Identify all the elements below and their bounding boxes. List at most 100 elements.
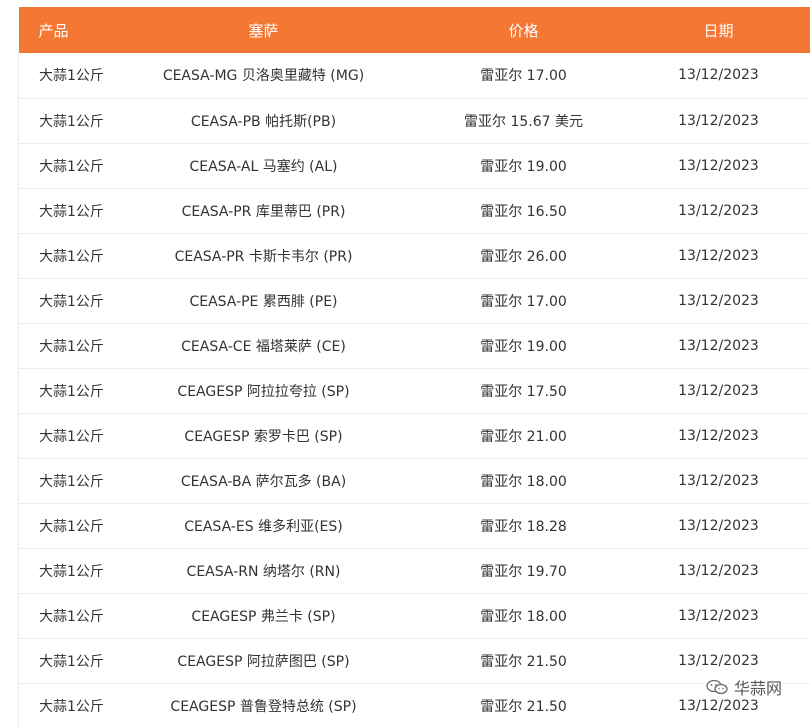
cell-date: 13/12/2023 xyxy=(678,427,759,444)
cell-price: 雷亚尔 19.70 xyxy=(480,563,567,580)
table-row: 大蒜1公斤 CEASA-ES 维多利亚(ES) 雷亚尔 18.28 13/12/202… xyxy=(18,503,810,548)
cell-price: 雷亚尔 19.00 xyxy=(480,158,567,175)
cell-spacer xyxy=(799,683,810,727)
cell-price: 雷亚尔 17.00 xyxy=(480,293,567,310)
cell-price: 雷亚尔 21.00 xyxy=(480,428,567,445)
cell-date: 13/12/2023 xyxy=(678,67,759,84)
watermark-text: 华蒜网 xyxy=(733,679,782,698)
cell-spacer xyxy=(799,458,810,503)
table-body: 大蒜1公斤 CEASA-MG 贝洛奥里藏特 (MG) 雷亚尔 17.00 13/12/… xyxy=(18,53,810,727)
table-row: 大蒜1公斤 CEASA-AL 马塞约 (AL) 雷亚尔 19.00 13/12/202… xyxy=(18,143,810,188)
cell-price: 雷亚尔 21.50 xyxy=(480,653,567,670)
cell-date: 13/12/2023 xyxy=(678,292,759,309)
cell-product: 大蒜1公斤 xyxy=(18,683,119,727)
cell-spacer xyxy=(799,53,810,98)
cell-date: 13/12/2023 xyxy=(678,337,759,354)
table-header: 产品 塞萨 价格 日期 xyxy=(18,7,810,53)
cell-date: 13/12/2023 xyxy=(678,157,759,174)
cell-spacer xyxy=(799,143,810,188)
table-row: 大蒜1公斤 CEASA-BA 萨尔瓦多 (BA) 雷亚尔 18.00 13/12/20… xyxy=(18,458,810,503)
cell-product: 大蒜1公斤 xyxy=(18,98,119,143)
watermark: 华蒜网 xyxy=(703,675,784,699)
cell-ceasa: CEASA-ES 维多利亚(ES) xyxy=(184,518,343,535)
cell-product: 大蒜1公斤 xyxy=(18,323,119,368)
cell-spacer xyxy=(799,98,810,143)
table-row: 大蒜1公斤 CEASA-PE 累西腓 (PE) 雷亚尔 17.00 13/12/202… xyxy=(18,278,810,323)
cell-ceasa: CEAGESP 阿拉拉夸拉 (SP) xyxy=(177,383,350,400)
cell-price: 雷亚尔 19.00 xyxy=(480,338,567,355)
cell-product: 大蒜1公斤 xyxy=(18,143,119,188)
cell-date: 13/12/2023 xyxy=(678,382,759,399)
cell-product: 大蒜1公斤 xyxy=(18,638,119,683)
cell-product: 大蒜1公斤 xyxy=(18,53,119,98)
page: 产品 塞萨 价格 日期 大蒜1公斤 CEASA-MG 贝洛奥里藏特 (MG) 雷亚尔… xyxy=(0,0,810,727)
price-table: 产品 塞萨 价格 日期 大蒜1公斤 CEASA-MG 贝洛奥里藏特 (MG) 雷亚尔… xyxy=(18,7,810,727)
cell-price: 雷亚尔 26.00 xyxy=(480,248,567,265)
table-row: 大蒜1公斤 CEAGESP 索罗卡巴 (SP) 雷亚尔 21.00 13/12/202… xyxy=(18,413,810,458)
cell-price: 雷亚尔 21.50 xyxy=(480,698,567,715)
wechat-icon xyxy=(706,679,728,695)
cell-ceasa: CEASA-PB 帕托斯(PB) xyxy=(190,113,337,130)
cell-ceasa: CEASA-CE 福塔莱萨 (CE) xyxy=(181,338,346,355)
cell-price: 雷亚尔 18.00 xyxy=(480,608,567,625)
cell-date: 13/12/2023 xyxy=(678,472,759,489)
cell-ceasa: CEASA-MG 贝洛奥里藏特 (MG) xyxy=(162,68,365,85)
table-row: 大蒜1公斤 CEAGESP 阿拉萨图巴 (SP) 雷亚尔 21.50 13/12/20… xyxy=(18,638,810,683)
cell-ceasa: CEASA-PR 卡斯卡韦尔 (PR) xyxy=(174,248,353,265)
cell-spacer xyxy=(799,548,810,593)
cell-spacer xyxy=(799,503,810,548)
table-row: 大蒜1公斤 CEASA-CE 福塔莱萨 (CE) 雷亚尔 19.00 13/12/20… xyxy=(18,323,810,368)
table-row: 大蒜1公斤 CEAGESP 弗兰卡 (SP) 雷亚尔 18.00 13/12/2023 xyxy=(18,593,810,638)
cell-product: 大蒜1公斤 xyxy=(18,548,119,593)
column-header-price: 价格 xyxy=(508,21,539,40)
table-row: 大蒜1公斤 CEAGESP 阿拉拉夸拉 (SP) 雷亚尔 17.50 13/12/20… xyxy=(18,368,810,413)
cell-spacer xyxy=(799,278,810,323)
cell-spacer xyxy=(799,188,810,233)
cell-spacer xyxy=(799,638,810,683)
cell-ceasa: CEASA-BA 萨尔瓦多 (BA) xyxy=(180,473,347,490)
cell-date: 13/12/2023 xyxy=(678,517,759,534)
cell-price: 雷亚尔 16.50 xyxy=(480,203,567,220)
table-row: 大蒜1公斤 CEASA-RN 纳塔尔 (RN) 雷亚尔 19.70 13/12/202… xyxy=(18,548,810,593)
cell-ceasa: CEASA-PR 库里蒂巴 (PR) xyxy=(181,203,346,220)
cell-price: 雷亚尔 18.28 xyxy=(480,518,567,535)
cell-ceasa: CEASA-RN 纳塔尔 (RN) xyxy=(186,563,341,580)
cell-price: 雷亚尔 18.00 xyxy=(480,473,567,490)
cell-date: 13/12/2023 xyxy=(678,112,759,129)
cell-price: 雷亚尔 17.50 xyxy=(480,383,567,400)
table-row: 大蒜1公斤 CEASA-PB 帕托斯(PB) 雷亚尔 15.67 美元 13/12/2… xyxy=(18,98,810,143)
cell-ceasa: CEASA-PE 累西腓 (PE) xyxy=(189,293,338,310)
cell-spacer xyxy=(799,593,810,638)
cell-product: 大蒜1公斤 xyxy=(18,278,119,323)
table-row: 大蒜1公斤 CEASA-PR 卡斯卡韦尔 (PR) 雷亚尔 26.00 13/12/2… xyxy=(18,233,810,278)
cell-product: 大蒜1公斤 xyxy=(18,233,119,278)
cell-date: 13/12/2023 xyxy=(678,202,759,219)
cell-date: 13/12/2023 xyxy=(678,607,759,624)
cell-price: 雷亚尔 15.67 美元 xyxy=(464,113,583,130)
cell-spacer xyxy=(799,368,810,413)
cell-spacer xyxy=(799,233,810,278)
cell-spacer xyxy=(799,413,810,458)
column-header-ceasa: 塞萨 xyxy=(248,21,279,40)
cell-date: 13/12/2023 xyxy=(678,247,759,264)
table-row: 大蒜1公斤 CEAGESP 普鲁登特总统 (SP) 雷亚尔 21.50 13/12/2… xyxy=(18,683,810,727)
column-header-product: 产品 xyxy=(38,21,69,40)
table-row: 大蒜1公斤 CEASA-MG 贝洛奥里藏特 (MG) 雷亚尔 17.00 13/12/… xyxy=(18,53,810,98)
column-header-date: 日期 xyxy=(703,21,734,40)
cell-product: 大蒜1公斤 xyxy=(18,413,119,458)
cell-product: 大蒜1公斤 xyxy=(18,458,119,503)
cell-price: 雷亚尔 17.00 xyxy=(480,68,567,85)
table-row: 大蒜1公斤 CEASA-PR 库里蒂巴 (PR) 雷亚尔 16.50 13/12/20… xyxy=(18,188,810,233)
cell-product: 大蒜1公斤 xyxy=(18,593,119,638)
cell-product: 大蒜1公斤 xyxy=(18,368,119,413)
column-header-spacer xyxy=(799,7,810,53)
cell-product: 大蒜1公斤 xyxy=(18,188,119,233)
cell-ceasa: CEAGESP 阿拉萨图巴 (SP) xyxy=(177,653,350,670)
header-row: 产品 塞萨 价格 日期 xyxy=(18,7,810,53)
cell-ceasa: CEAGESP 普鲁登特总统 (SP) xyxy=(170,698,357,715)
cell-product: 大蒜1公斤 xyxy=(18,503,119,548)
cell-ceasa: CEAGESP 索罗卡巴 (SP) xyxy=(184,428,343,445)
cell-spacer xyxy=(799,323,810,368)
cell-ceasa: CEASA-AL 马塞约 (AL) xyxy=(189,158,338,175)
cell-ceasa: CEAGESP 弗兰卡 (SP) xyxy=(191,608,336,625)
